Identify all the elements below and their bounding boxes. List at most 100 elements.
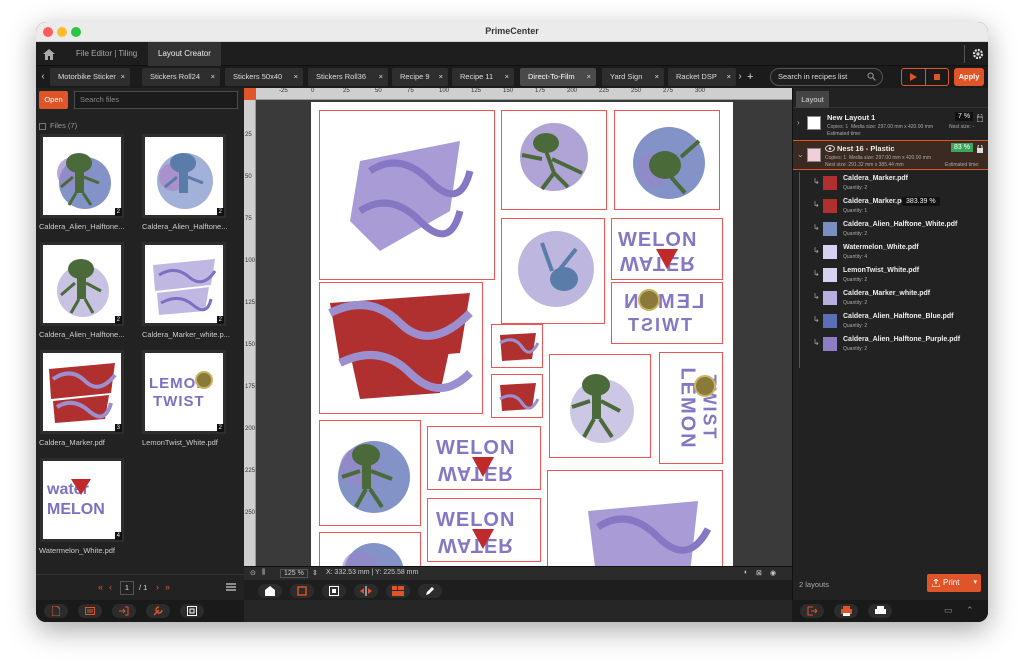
recipe-tab[interactable]: Stickers Roll36 × xyxy=(308,68,388,86)
open-button[interactable]: Open xyxy=(39,91,68,109)
nest-item-row[interactable]: ↳ Caldera_Marker.pdf Quantity: 2 xyxy=(793,172,988,194)
print-button[interactable]: Print ▾ xyxy=(927,574,981,592)
close-tab-icon[interactable]: × xyxy=(379,68,383,86)
fit-view-icon[interactable]: ⊙ xyxy=(250,569,256,577)
last-page-button[interactable]: » xyxy=(165,582,170,592)
close-tab-icon[interactable]: × xyxy=(439,68,443,86)
print-dropdown-icon[interactable]: ▾ xyxy=(973,574,977,592)
recipe-tab[interactable]: Stickers Roll24 × xyxy=(142,68,220,86)
tools-button[interactable] xyxy=(146,604,170,618)
nested-item-alien-blue[interactable] xyxy=(614,110,720,210)
files-header[interactable]: Files (7) xyxy=(39,121,77,130)
collapse-chevron-icon[interactable]: ⌄ xyxy=(797,150,804,159)
file-thumbnail[interactable]: 2 xyxy=(40,134,124,218)
nested-item-alien-white[interactable] xyxy=(549,354,651,458)
recipe-search-input[interactable]: Search in recipes list xyxy=(770,68,883,86)
eye-icon[interactable] xyxy=(825,145,835,152)
settings-button[interactable] xyxy=(964,45,984,63)
ruler-origin[interactable] xyxy=(244,88,256,100)
close-tab-icon[interactable]: × xyxy=(505,68,509,86)
file-thumbnail[interactable]: 2 xyxy=(40,242,124,326)
nest-item-row[interactable]: ↳ Watermelon_White.pdf Quantity: 4 xyxy=(793,241,988,263)
fit-width-icon[interactable]: ⫼ xyxy=(262,569,265,577)
stop-button[interactable] xyxy=(924,69,949,85)
home-button[interactable] xyxy=(36,42,62,66)
recipe-tab[interactable]: Motorbike Sticker × xyxy=(50,68,130,86)
file-thumbnail[interactable]: 3 xyxy=(40,350,124,434)
unlock-icon[interactable] xyxy=(977,114,983,122)
mirror-button[interactable] xyxy=(354,584,378,598)
nest-item-row[interactable]: ↳ Caldera_Alien_Halftone_White.pdf Quant… xyxy=(793,218,988,240)
recipe-tab[interactable]: Yard Sign × xyxy=(602,68,664,86)
new-file-button[interactable] xyxy=(44,604,68,618)
list-view-icon[interactable] xyxy=(226,583,236,591)
nested-item-marker-small[interactable] xyxy=(491,324,543,368)
close-tab-icon[interactable]: × xyxy=(121,68,125,86)
file-thumbnail[interactable]: 2 xyxy=(142,242,226,326)
add-tab-button[interactable]: + xyxy=(747,66,753,88)
layout-canvas[interactable]: -25 0 25 50 75 100 125 150 175 200 225 2… xyxy=(244,88,792,600)
media-button[interactable] xyxy=(290,584,314,598)
crop-button[interactable] xyxy=(180,604,204,618)
exit-layout-button[interactable] xyxy=(800,604,824,618)
printer-settings-button[interactable] xyxy=(834,604,858,618)
nested-item-lemon-twist-rotated[interactable]: LEMON TWIST xyxy=(659,352,723,464)
next-page-button[interactable]: › xyxy=(156,582,159,592)
nested-item-alien-purple[interactable] xyxy=(501,110,607,210)
recipe-tab[interactable]: Racket DSP × xyxy=(668,68,736,86)
close-tab-icon[interactable]: × xyxy=(587,68,591,86)
media-sheet[interactable]: WELON WATER LEMON TWIST LEMON TWIST WELO… xyxy=(311,102,733,566)
select-all-checkbox[interactable] xyxy=(39,122,46,130)
home-layout-button[interactable] xyxy=(258,584,282,598)
nest-button[interactable] xyxy=(386,584,410,598)
expand-chevron-icon[interactable]: › xyxy=(797,118,800,127)
nest-item-row[interactable]: ↳ LemonTwist_White.pdf Quantity: 2 xyxy=(793,264,988,286)
file-thumbnail[interactable]: water MELON 4 xyxy=(40,458,124,542)
close-tab-icon[interactable]: × xyxy=(727,68,731,86)
nested-item-alien-halftone[interactable] xyxy=(501,218,605,324)
nest-item-row[interactable]: ↳ Caldera_Marker_white.pdf Quantity: 2 xyxy=(793,287,988,309)
lock-icon[interactable] xyxy=(977,145,983,153)
nested-item-marker-small[interactable] xyxy=(491,374,543,418)
fit-button[interactable] xyxy=(322,584,346,598)
close-tab-icon[interactable]: × xyxy=(294,68,298,86)
layout-row[interactable]: › New Layout 1 Copies: 1 Media size: 297… xyxy=(793,110,988,138)
import-button[interactable] xyxy=(112,604,136,618)
file-search-input[interactable]: Search files xyxy=(74,91,238,109)
zoom-field[interactable]: 125 % xyxy=(280,569,308,578)
layout-window-icon[interactable]: ▭ xyxy=(944,605,953,616)
recipe-tab[interactable]: Recipe 9 × xyxy=(392,68,448,86)
nested-item-marker-red[interactable] xyxy=(319,282,483,414)
nested-item-marker-white[interactable] xyxy=(547,470,723,566)
prev-page-button[interactable]: ‹ xyxy=(109,582,112,592)
tab-file-editor[interactable]: File Editor | Tiling xyxy=(66,42,147,66)
nest-item-row[interactable]: ↳ Caldera_Marker.pdf Quantity: 1 383.39 … xyxy=(793,195,988,217)
file-thumbnail[interactable]: LEMON TWIST 2 xyxy=(142,350,226,434)
nest-item-row[interactable]: ↳ Caldera_Alien_Halftone_Purple.pdf Quan… xyxy=(793,333,988,355)
file-list-button[interactable] xyxy=(78,604,102,618)
close-tab-icon[interactable]: × xyxy=(211,68,215,86)
layers-icon[interactable]: ◉ xyxy=(770,569,776,577)
recipe-tab[interactable]: Recipe 11 × xyxy=(452,68,514,86)
tabs-scroll-right-button[interactable]: › xyxy=(735,66,745,88)
file-thumbnail[interactable]: 2 xyxy=(142,134,226,218)
close-tab-icon[interactable]: × xyxy=(655,68,659,86)
nest-item-row[interactable]: ↳ Caldera_Alien_Halftone_Blue.pdf Quanti… xyxy=(793,310,988,332)
recipe-tab-direct-to-film[interactable]: Direct-To-Film × xyxy=(520,68,596,86)
tab-layout-creator[interactable]: Layout Creator xyxy=(148,42,221,66)
crop-marks-icon[interactable]: ⊠ xyxy=(756,569,762,577)
edit-button[interactable] xyxy=(418,584,442,598)
nested-item-watermelon[interactable]: WELON WATER xyxy=(611,218,723,280)
nested-item-alien-blue[interactable] xyxy=(319,420,421,526)
run-button[interactable] xyxy=(902,69,925,85)
nested-item-watermelon[interactable]: WELON WATER xyxy=(427,498,541,562)
visibility-toggle-icon[interactable]: ◐ xyxy=(744,569,748,576)
page-input[interactable]: 1 xyxy=(120,581,134,595)
apply-button[interactable]: Apply xyxy=(954,68,984,86)
nested-item-watermelon[interactable]: WELON WATER xyxy=(427,426,541,490)
tab-layout[interactable]: Layout xyxy=(796,91,829,108)
collapse-up-icon[interactable]: ⌃ xyxy=(966,605,974,616)
first-page-button[interactable]: « xyxy=(98,582,103,592)
nested-item-marker-white[interactable] xyxy=(319,110,495,280)
tabs-scroll-left-button[interactable]: ‹ xyxy=(38,66,48,88)
